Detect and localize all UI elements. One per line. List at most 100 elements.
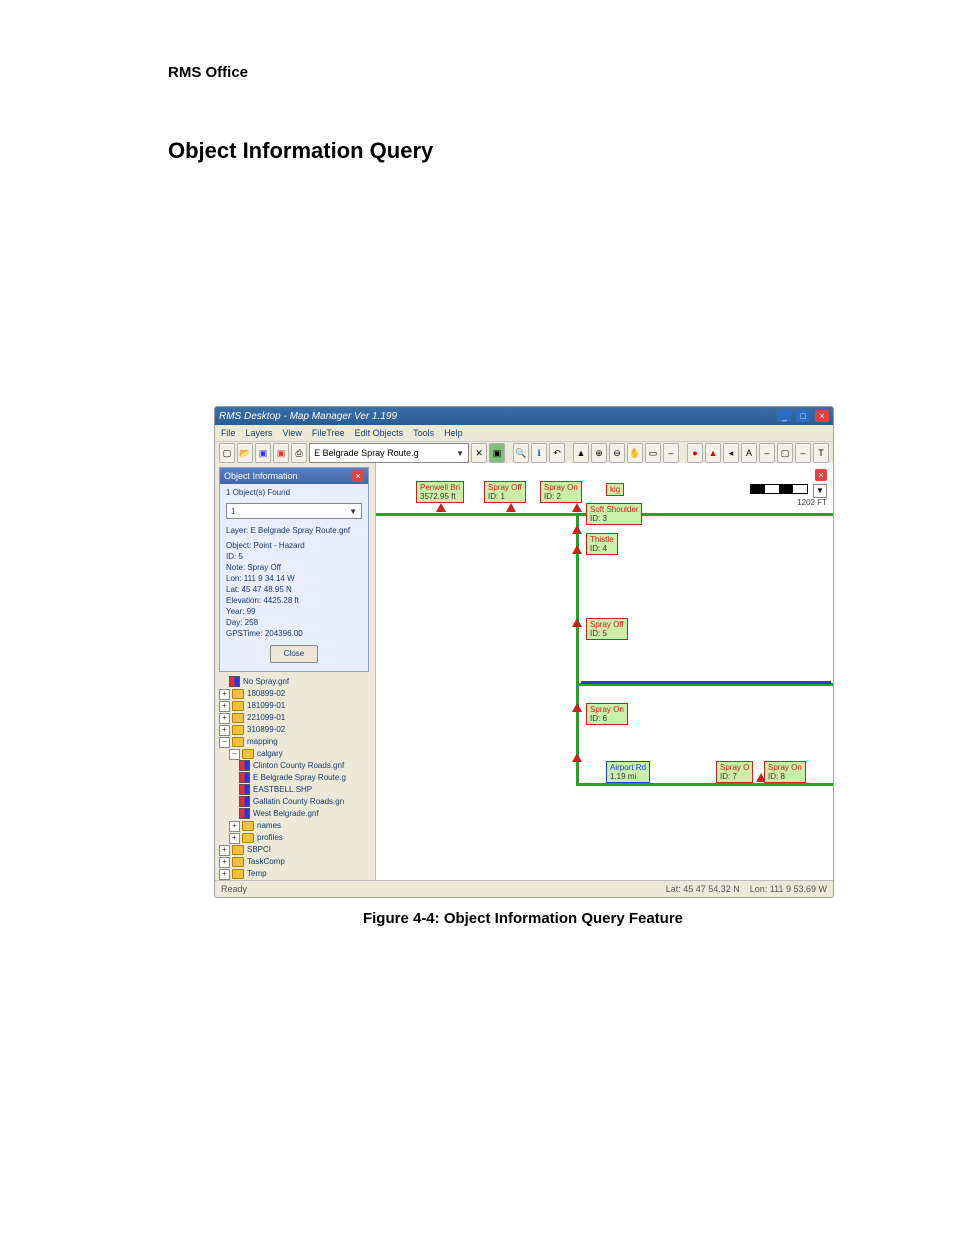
undo-icon[interactable]: ↶ xyxy=(549,443,565,463)
expand-icon[interactable]: + xyxy=(219,689,230,700)
map-marker[interactable] xyxy=(506,503,516,512)
close-button[interactable]: Close xyxy=(270,645,318,663)
tree-file[interactable]: West Belgrade.gnf xyxy=(239,808,371,820)
tree-folder[interactable]: –mapping xyxy=(219,736,371,748)
tree-folder[interactable]: –calgary xyxy=(229,748,371,760)
tree-folder[interactable]: +profiles xyxy=(229,832,371,844)
menu-filetree[interactable]: FileTree xyxy=(312,428,345,438)
menu-tools[interactable]: Tools xyxy=(413,428,434,438)
expand-icon[interactable]: + xyxy=(219,725,230,736)
minimize-icon[interactable]: _ xyxy=(777,410,791,422)
map-marker[interactable] xyxy=(572,525,582,534)
callout-thistle: ThistleID: 4 xyxy=(586,533,618,555)
expand-icon[interactable]: + xyxy=(219,857,230,868)
tree-file[interactable]: Gallatin County Roads.gn xyxy=(239,796,371,808)
callout-sprayoff-5: Spray OffID: 5 xyxy=(586,618,628,640)
tree-folder[interactable]: +181099-01 xyxy=(219,700,371,712)
layer-dropdown[interactable]: E Belgrade Spray Route.g ▼ xyxy=(309,443,469,463)
object-select-value: 1 xyxy=(231,507,235,516)
map-marker[interactable] xyxy=(572,503,582,512)
scale-close-icon[interactable]: × xyxy=(815,469,827,481)
file-icon xyxy=(239,784,250,795)
tree-file[interactable]: No Spray.gnf xyxy=(229,676,371,688)
nav-left-icon[interactable]: ◂ xyxy=(723,443,739,463)
expand-icon[interactable]: + xyxy=(229,833,240,844)
tree-folder[interactable]: +221099-01 xyxy=(219,712,371,724)
open-icon[interactable]: 📂 xyxy=(237,443,253,463)
panel-close-icon[interactable]: × xyxy=(352,470,364,482)
tree-folder[interactable]: +Temp xyxy=(219,868,371,880)
measure-icon[interactable]: – xyxy=(663,443,679,463)
print-icon[interactable]: ⎙ xyxy=(291,443,307,463)
tree-folder[interactable]: +SBPCI xyxy=(219,844,371,856)
new-icon[interactable]: ▢ xyxy=(219,443,235,463)
pointer-icon[interactable]: ▲ xyxy=(573,443,589,463)
save-icon[interactable]: ▣ xyxy=(255,443,271,463)
route-segment xyxy=(576,683,579,783)
play-icon[interactable]: ▲ xyxy=(705,443,721,463)
folder-icon xyxy=(242,749,254,759)
tree-folder[interactable]: +310899-02 xyxy=(219,724,371,736)
chevron-down-icon: ▼ xyxy=(456,449,464,458)
tool-b-icon[interactable]: – xyxy=(759,443,775,463)
map-marker[interactable] xyxy=(572,618,582,627)
scale-dropdown[interactable]: ▼ xyxy=(813,484,827,498)
menu-file[interactable]: File xyxy=(221,428,236,438)
expand-icon[interactable]: + xyxy=(229,821,240,832)
collapse-icon[interactable]: – xyxy=(229,749,240,760)
zoomout-icon[interactable]: ⊖ xyxy=(609,443,625,463)
tool-d-icon[interactable]: – xyxy=(795,443,811,463)
tree-file[interactable]: EASTBELL.SHP xyxy=(239,784,371,796)
map-view[interactable]: Penwell Bri3572.95 ft Spray OffID: 1 Spr… xyxy=(376,463,833,881)
info-line: Lon: 111 9 34.14 W xyxy=(226,573,362,584)
collapse-icon[interactable]: – xyxy=(219,737,230,748)
delete-icon[interactable]: ✕ xyxy=(471,443,487,463)
info-line: ID: 5 xyxy=(226,551,362,562)
saveall-icon[interactable]: ▣ xyxy=(273,443,289,463)
tree-folder[interactable]: +TaskComp xyxy=(219,856,371,868)
map-marker[interactable] xyxy=(436,503,446,512)
tree-folder[interactable]: +180899-02 xyxy=(219,688,371,700)
figure-caption: Figure 4-4: Object Information Query Fea… xyxy=(214,910,832,927)
callout-sprayon-6: Spray OnID: 6 xyxy=(586,703,628,725)
map-marker[interactable] xyxy=(572,545,582,554)
window-title: RMS Desktop - Map Manager Ver 1.199 xyxy=(219,411,397,422)
menu-view[interactable]: View xyxy=(283,428,302,438)
scale-bar-icon xyxy=(750,484,808,494)
scale-label: 1202 FT xyxy=(750,498,827,507)
expand-icon[interactable]: + xyxy=(219,869,230,880)
tree-folder[interactable]: +names xyxy=(229,820,371,832)
map-marker[interactable] xyxy=(572,703,582,712)
tree-file[interactable]: Clinton County Roads.gnf xyxy=(239,760,371,772)
info-line: Year: 99 xyxy=(226,606,362,617)
map-marker[interactable] xyxy=(572,753,582,762)
file-icon xyxy=(229,676,240,687)
status-lat: Lat: 45 47 54.32 N xyxy=(666,884,740,894)
tool-a-icon[interactable]: A xyxy=(741,443,757,463)
expand-icon[interactable]: + xyxy=(219,845,230,856)
menu-layers[interactable]: Layers xyxy=(246,428,273,438)
callout-sprayon-2: Spray OnID: 2 xyxy=(540,481,582,503)
callout-sprayoff-7: Spray OID: 7 xyxy=(716,761,753,783)
maximize-icon[interactable]: □ xyxy=(796,410,810,422)
object-select-dropdown[interactable]: 1 ▼ xyxy=(226,503,362,519)
callout-penwell: Penwell Bri3572.95 ft xyxy=(416,481,464,503)
tree-file[interactable]: E Belgrade Spray Route.g xyxy=(239,772,371,784)
record-icon[interactable]: ● xyxy=(687,443,703,463)
zoom-icon[interactable]: 🔍 xyxy=(513,443,529,463)
zoomin-icon[interactable]: ⊕ xyxy=(591,443,607,463)
info-icon[interactable]: ℹ xyxy=(531,443,547,463)
doc-header: RMS Office xyxy=(168,64,248,81)
select-icon[interactable]: ▭ xyxy=(645,443,661,463)
text-icon[interactable]: T xyxy=(813,443,829,463)
pan-icon[interactable]: ✋ xyxy=(627,443,643,463)
menu-editobjects[interactable]: Edit Objects xyxy=(355,428,404,438)
menu-help[interactable]: Help xyxy=(444,428,463,438)
close-icon[interactable]: × xyxy=(815,410,829,422)
copy-icon[interactable]: ▣ xyxy=(489,443,505,463)
file-tree: No Spray.gnf +180899-02 +181099-01 +2210… xyxy=(219,676,371,881)
expand-icon[interactable]: + xyxy=(219,713,230,724)
folder-icon xyxy=(232,869,244,879)
tool-c-icon[interactable]: ▢ xyxy=(777,443,793,463)
expand-icon[interactable]: + xyxy=(219,701,230,712)
